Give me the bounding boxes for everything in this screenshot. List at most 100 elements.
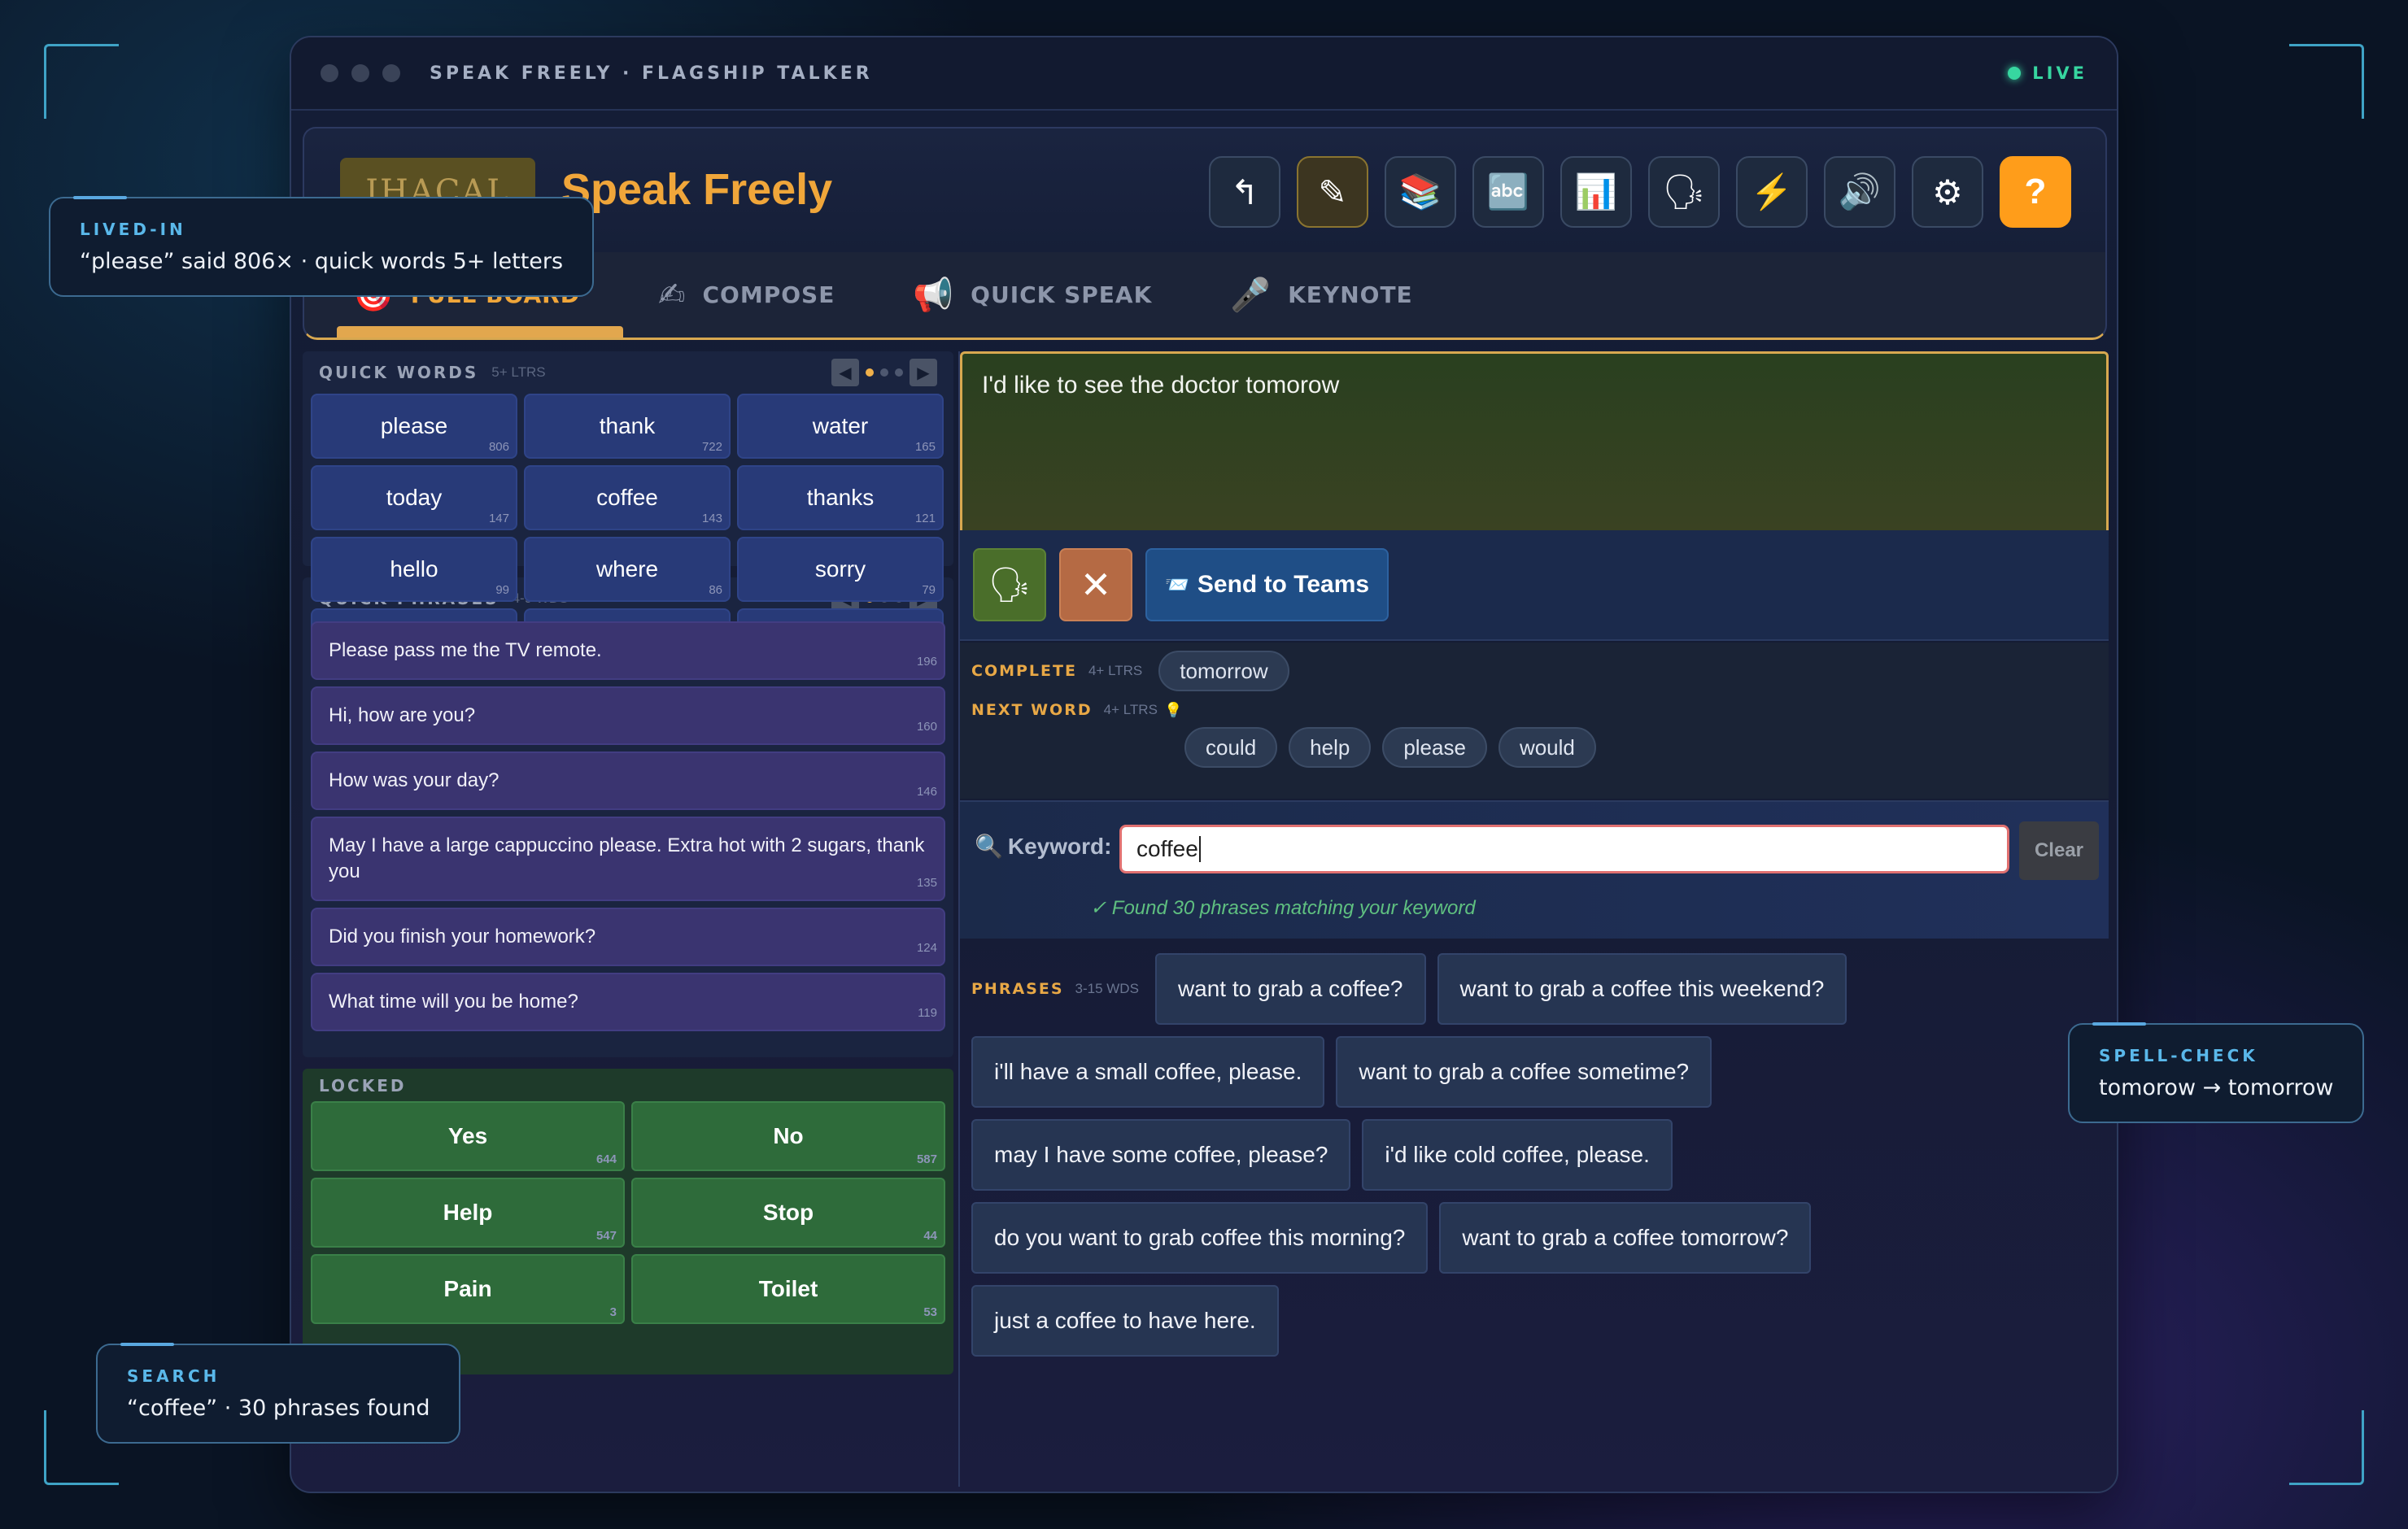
- window-minimize-dot[interactable]: [351, 64, 369, 82]
- quick-phrase-label: Did you finish your homework?: [329, 926, 596, 947]
- compose-textarea[interactable]: I'd like to see the doctor tomorow: [960, 351, 2109, 530]
- lightning-button[interactable]: ⚡: [1736, 156, 1808, 228]
- bar-chart-icon: 📊: [1574, 172, 1618, 211]
- phrase-chip[interactable]: i'd like cold coffee, please.: [1362, 1119, 1673, 1191]
- books-icon: 📚: [1398, 172, 1442, 211]
- quick-word-button[interactable]: thank 722: [524, 394, 731, 459]
- live-dot-icon: [2008, 67, 2022, 80]
- gear-icon: ⚙: [1932, 172, 1963, 211]
- page-dot[interactable]: [895, 368, 903, 377]
- speaking-head-icon: 🗣: [988, 564, 1032, 603]
- locked-word-button[interactable]: Toilet 53: [631, 1254, 945, 1324]
- app-body: IHACAL Speak Freely ↰✎📚🔤📊🗣⚡🔊⚙? 🎯FULL BOA…: [303, 127, 2109, 1487]
- usage-count: 587: [916, 1152, 937, 1166]
- pencil-button[interactable]: ✎: [1297, 156, 1368, 228]
- usage-count: 124: [916, 941, 937, 955]
- locked-word-button[interactable]: Pain 3: [311, 1254, 625, 1324]
- phrases-label: PHRASES: [971, 980, 1064, 998]
- quick-words-sub: 5+ LTRS: [491, 364, 546, 380]
- quick-word-label: sorry: [814, 556, 866, 582]
- quick-phrase-button[interactable]: How was your day? 146: [311, 751, 945, 810]
- quick-word-button[interactable]: water 165: [737, 394, 944, 459]
- quick-word-button[interactable]: coffee 143: [524, 465, 731, 530]
- usage-count: 121: [914, 512, 936, 525]
- quick-word-button[interactable]: sorry 79: [737, 537, 944, 602]
- lightning-icon: ⚡: [1750, 172, 1794, 211]
- abc-button[interactable]: 🔤: [1472, 156, 1544, 228]
- locked-word-label: Help: [443, 1200, 493, 1225]
- page-dot[interactable]: [866, 368, 874, 377]
- phrase-chip[interactable]: i'll have a small coffee, please.: [971, 1036, 1325, 1108]
- usage-count: 160: [916, 720, 937, 734]
- clear-keyword-button[interactable]: Clear: [2019, 821, 2099, 880]
- locked-grid: Yes 644 No 587 Help 547 Stop 44 Pain 3 Toilet 53: [311, 1098, 945, 1327]
- callout-accent: [2092, 1022, 2146, 1026]
- clear-text-button[interactable]: ✕: [1059, 548, 1132, 621]
- speaker-button[interactable]: 🔊: [1824, 156, 1895, 228]
- text-caret: [1198, 836, 1201, 862]
- callout-text: tomorow → tomorrow: [2099, 1075, 2334, 1100]
- quick-phrase-label: Please pass me the TV remote.: [329, 639, 602, 661]
- phrases-sub: 3-15 WDS: [1075, 981, 1139, 996]
- completion-chip[interactable]: tomorrow: [1158, 651, 1289, 691]
- quick-word-button[interactable]: thanks 121: [737, 465, 944, 530]
- locked-label: LOCKED: [319, 1076, 407, 1096]
- locked-header: LOCKED: [311, 1074, 945, 1098]
- phrase-chip[interactable]: want to grab a coffee tomorrow?: [1439, 1202, 1812, 1274]
- keyword-input[interactable]: coffee: [1119, 825, 2009, 873]
- prev-page-icon[interactable]: ◀: [831, 359, 859, 386]
- help-button[interactable]: ?: [2000, 156, 2071, 228]
- locked-word-button[interactable]: No 587: [631, 1101, 945, 1171]
- phrase-chip[interactable]: want to grab a coffee this weekend?: [1437, 953, 1847, 1025]
- usage-count: 53: [923, 1305, 937, 1319]
- next-word-chip[interactable]: please: [1382, 727, 1487, 768]
- usage-count: 644: [595, 1152, 617, 1166]
- quick-word-button[interactable]: hello 99: [311, 537, 517, 602]
- search-icon: 🔍: [975, 834, 1003, 859]
- window-close-dot[interactable]: [321, 64, 338, 82]
- speak-button[interactable]: 🗣: [973, 548, 1046, 621]
- send-to-teams-button[interactable]: 📨 Send to Teams: [1145, 548, 1389, 621]
- quick-phrase-button[interactable]: Did you finish your homework? 124: [311, 908, 945, 966]
- gear-button[interactable]: ⚙: [1912, 156, 1983, 228]
- undo-button[interactable]: ↰: [1209, 156, 1280, 228]
- next-word-chip[interactable]: help: [1289, 727, 1372, 768]
- writing-hand-icon: ✍: [657, 276, 687, 314]
- tab-keynote[interactable]: 🎤 KEYNOTE: [1230, 276, 1412, 314]
- tab-compose[interactable]: ✍ COMPOSE: [658, 277, 835, 314]
- locked-word-label: Stop: [762, 1200, 814, 1225]
- quick-words-section: QUICK WORDS 5+ LTRS ◀ ▶ please 806 thank 72…: [303, 351, 953, 673]
- phrase-chip[interactable]: just a coffee to have here.: [971, 1285, 1279, 1357]
- next-page-icon[interactable]: ▶: [910, 359, 937, 386]
- next-word-chip[interactable]: could: [1184, 727, 1278, 768]
- bar-chart-button[interactable]: 📊: [1560, 156, 1632, 228]
- locked-word-button[interactable]: Stop 44: [631, 1178, 945, 1248]
- locked-word-button[interactable]: Yes 644: [311, 1101, 625, 1171]
- window-maximize-dot[interactable]: [382, 64, 400, 82]
- next-word-label: NEXT WORD: [971, 701, 1093, 719]
- quick-phrase-button[interactable]: May I have a large cappuccino please. Ex…: [311, 817, 945, 901]
- page-dot[interactable]: [880, 368, 888, 377]
- quick-word-button[interactable]: where 86: [524, 537, 731, 602]
- quick-phrase-button[interactable]: What time will you be home? 119: [311, 973, 945, 1031]
- usage-count: 79: [922, 583, 936, 597]
- phrase-chip[interactable]: want to grab a coffee?: [1154, 953, 1426, 1025]
- abc-icon: 🔤: [1486, 172, 1530, 211]
- locked-word-button[interactable]: Help 547: [311, 1178, 625, 1248]
- quick-phrase-button[interactable]: Hi, how are you? 160: [311, 686, 945, 745]
- quick-word-button[interactable]: please 806: [311, 394, 517, 459]
- phrase-chip[interactable]: may I have some coffee, please?: [971, 1119, 1351, 1191]
- next-word-chip[interactable]: would: [1498, 727, 1596, 768]
- keyword-label: 🔍 Keyword:: [975, 833, 1111, 860]
- quick-phrase-button[interactable]: Please pass me the TV remote. 196: [311, 621, 945, 680]
- lived-in-callout: LIVED-IN “please” said 806× · quick word…: [49, 196, 595, 297]
- tab-quick-speak[interactable]: 📢 QUICK SPEAK: [913, 276, 1152, 314]
- spell-check-callout: SPELL-CHECK tomorow → tomorrow: [2068, 1022, 2365, 1123]
- phrase-chip[interactable]: do you want to grab coffee this morning?: [971, 1202, 1429, 1274]
- quick-word-label: thank: [599, 413, 656, 438]
- speaking-head-button[interactable]: 🗣: [1648, 156, 1720, 228]
- books-button[interactable]: 📚: [1385, 156, 1456, 228]
- usage-count: 806: [488, 440, 509, 454]
- quick-word-button[interactable]: today 147: [311, 465, 517, 530]
- phrase-chip[interactable]: want to grab a coffee sometime?: [1336, 1036, 1712, 1108]
